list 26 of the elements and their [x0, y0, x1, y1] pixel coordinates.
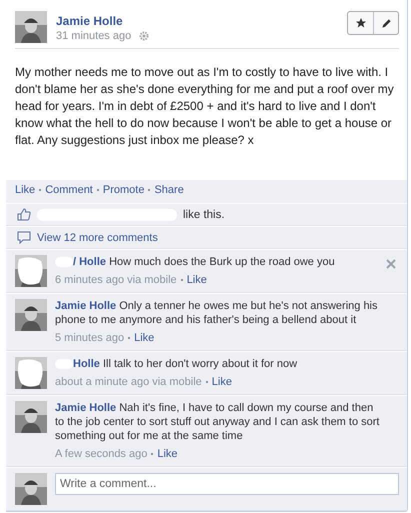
- comment-text: Holle Ill talk to her don't worry about it for now: [55, 357, 385, 371]
- comment-input-field[interactable]: Write a comment...: [55, 473, 399, 495]
- comment-time: 6 minutes ago via mobile: [55, 274, 177, 286]
- comment-icon: [17, 231, 31, 244]
- like-link[interactable]: Like: [134, 332, 154, 344]
- comment-text: Jamie Holle Only a tenner he owes me but he's not answering his phone to me anymore and his father's being a bellend about it: [55, 299, 379, 327]
- star-icon: [354, 17, 366, 29]
- post-text: My mother needs me to move out as I'm to costly to have to live with. I don't blame her as she's done everything for me and put a roof over my head for years. I'm in debt of £2500 + and it's hard to live and I don't know what the hell to do now because I won't be able to get a house or flat. Any suggestions just inbox me please? x: [15, 64, 395, 149]
- author-name[interactable]: Jamie Holle: [56, 14, 338, 28]
- post-time[interactable]: 31 minutes ago: [56, 30, 132, 42]
- action-link[interactable]: Like: [15, 184, 36, 196]
- action-link[interactable]: Comment: [45, 184, 93, 196]
- view-more-comments-link[interactable]: View 12 more comments: [37, 232, 158, 244]
- comment-text: / Holle How much does the Burk up the road owe you: [55, 255, 385, 269]
- like-link[interactable]: Like: [186, 274, 207, 286]
- like-link[interactable]: Like: [157, 448, 178, 460]
- thumbs-up-icon: [17, 208, 31, 221]
- action-link[interactable]: Promote: [102, 184, 144, 196]
- action-link[interactable]: Share: [154, 184, 184, 196]
- comment-time: 5 minutes ago: [55, 332, 124, 344]
- likes-text: like this.: [183, 208, 225, 220]
- pencil-icon: [380, 18, 392, 28]
- comment-time: A few seconds ago: [55, 448, 148, 460]
- comment-time: about a minute ago via mobile: [55, 376, 202, 388]
- comment-text: Jamie Holle Nah it's fine, I have to call down my course and then to the job center to sort stuff out anyway and I can ask them to sort something out for me at the same time: [55, 401, 380, 443]
- like-link[interactable]: Like: [212, 376, 232, 388]
